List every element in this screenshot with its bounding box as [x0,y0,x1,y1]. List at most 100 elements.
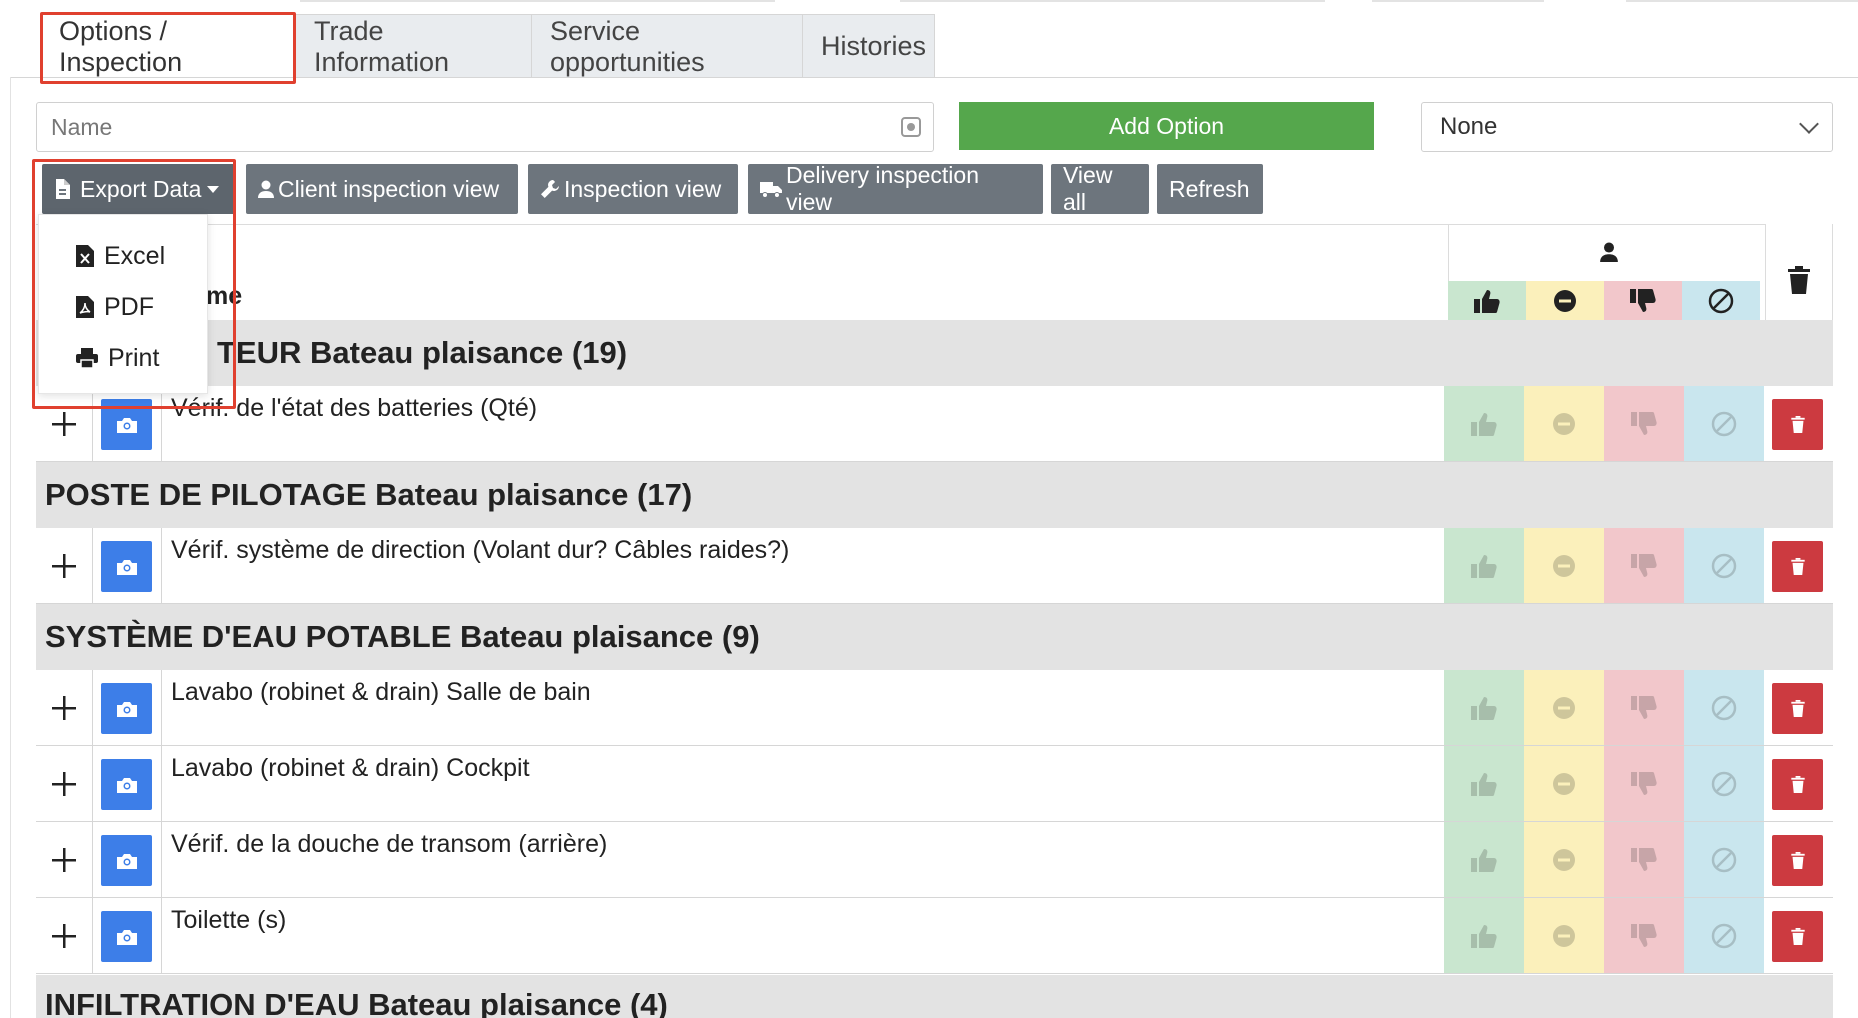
plus-icon [52,847,76,872]
status-na-button[interactable] [1684,746,1764,821]
export-print-item[interactable]: Print [76,338,159,378]
inspection-view-button[interactable]: Inspection view [528,164,738,214]
expand-button[interactable] [36,386,93,461]
client-inspection-view-button[interactable]: Client inspection view [246,164,518,214]
thumbs-up-icon [1474,289,1500,313]
camera-button[interactable] [101,911,152,962]
expand-button[interactable] [36,898,93,973]
table-row: Vérif. de la douche de transom (arrière) [36,822,1833,898]
status-neutral-button[interactable] [1524,746,1604,821]
status-bad-button[interactable] [1604,822,1684,897]
status-good-button[interactable] [1444,670,1524,745]
status-good-button[interactable] [1444,528,1524,603]
camera-icon [116,929,137,945]
thumbs-down-icon [1630,288,1656,312]
status-neutral-button[interactable] [1524,386,1604,461]
top-divider [1372,0,1544,2]
excel-file-icon [76,245,94,267]
delete-button[interactable] [1772,683,1823,734]
minus-circle-icon [1554,289,1576,312]
status-neutral-button[interactable] [1524,822,1604,897]
thumbs-up-icon [1471,848,1497,872]
thumbs-down-icon [1631,411,1657,435]
status-bad-header [1604,281,1682,320]
camera-icon [116,853,137,869]
status-bad-button[interactable] [1604,898,1684,973]
user-icon [1600,242,1618,262]
expand-button[interactable] [36,822,93,897]
thumbs-down-icon [1631,695,1657,719]
export-excel-item[interactable]: Excel [76,236,165,276]
delete-button[interactable] [1772,759,1823,810]
camera-button[interactable] [101,399,152,450]
delivery-inspection-view-button[interactable]: Delivery inspection view [748,162,1043,215]
thumbs-down-icon [1631,771,1657,795]
tab-service-opportunities[interactable]: Service opportunities [531,14,803,78]
trash-icon [1790,928,1805,945]
delete-button[interactable] [1772,399,1823,450]
status-na-button[interactable] [1684,670,1764,745]
table-row: Lavabo (robinet & drain) Cockpit [36,746,1833,822]
export-pdf-item[interactable]: PDF [76,287,154,327]
status-good-button[interactable] [1444,822,1524,897]
tab-trade-information[interactable]: Trade Information [295,14,532,78]
ban-icon [1711,695,1737,720]
delete-button[interactable] [1772,835,1823,886]
ban-icon [1711,553,1737,578]
status-na-button[interactable] [1684,528,1764,603]
filter-select-value: None [1440,113,1498,140]
status-bad-button[interactable] [1604,528,1684,603]
camera-cell [93,822,162,897]
status-neutral-button[interactable] [1524,898,1604,973]
status-bad-button[interactable] [1604,670,1684,745]
user-icon [258,180,274,198]
name-input[interactable] [37,103,933,151]
status-na-button[interactable] [1684,898,1764,973]
tab-options-inspection[interactable]: Options / Inspection [40,14,296,78]
name-search-field[interactable] [36,102,934,152]
camera-icon [116,417,137,433]
status-neutral-button[interactable] [1524,670,1604,745]
thumbs-up-icon [1471,924,1497,948]
camera-button[interactable] [101,683,152,734]
delete-button[interactable] [1772,541,1823,592]
camera-cell [93,670,162,745]
expand-button[interactable] [36,670,93,745]
item-label: Lavabo (robinet & drain) Salle de bain [171,678,591,706]
trash-icon [1790,852,1805,869]
camera-button[interactable] [101,541,152,592]
camera-button[interactable] [101,759,152,810]
camera-button[interactable] [101,835,152,886]
thumbs-up-icon [1471,696,1497,720]
refresh-label: Refresh [1169,175,1250,202]
ban-icon [1711,847,1737,872]
status-na-button[interactable] [1684,822,1764,897]
camera-cell [93,528,162,603]
status-bad-button[interactable] [1604,386,1684,461]
tab-histories[interactable]: Histories [802,14,935,78]
export-data-button[interactable]: Export Data [42,164,235,214]
expand-button[interactable] [36,528,93,603]
minus-circle-icon [1553,772,1575,795]
thumbs-down-icon [1631,923,1657,947]
status-good-button[interactable] [1444,386,1524,461]
camera-cell [93,746,162,821]
expand-button[interactable] [36,746,93,821]
trash-icon [1790,700,1805,717]
printer-icon [76,348,98,368]
refresh-button[interactable]: Refresh [1157,164,1263,214]
status-bad-button[interactable] [1604,746,1684,821]
status-good-button[interactable] [1444,898,1524,973]
filter-select[interactable]: None [1421,102,1833,152]
view-all-button[interactable]: View all [1051,162,1149,215]
delete-button[interactable] [1772,911,1823,962]
tab-divider [10,77,1858,78]
table-row: Vérif. de l'état des batteries (Qté) [36,386,1833,462]
status-neutral-button[interactable] [1524,528,1604,603]
top-divider [900,0,1325,2]
export-pdf-label: PDF [104,292,154,321]
status-good-button[interactable] [1444,746,1524,821]
add-option-button[interactable]: Add Option [959,102,1374,150]
thumbs-up-icon [1471,554,1497,578]
status-na-button[interactable] [1684,386,1764,461]
